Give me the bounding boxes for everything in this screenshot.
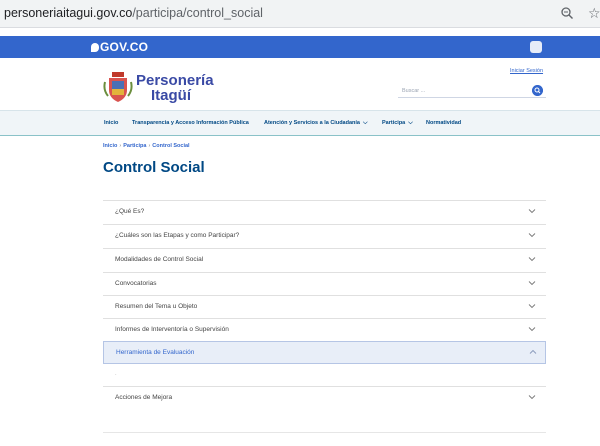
breadcrumb-link-participa[interactable]: Participa (123, 143, 146, 149)
chevron-down-icon (528, 257, 536, 262)
coat-of-arms-icon (103, 72, 133, 102)
govco-bar: GOV.CO (0, 36, 600, 58)
accordion-item-etapas[interactable]: ¿Cuáles son las Etapas y como Participar… (103, 224, 546, 247)
chevron-down-icon (528, 395, 536, 400)
accordion-item-label: Acciones de Mejora (115, 394, 173, 401)
chevron-up-icon (529, 349, 537, 354)
chevron-down-icon (528, 304, 536, 309)
login-link[interactable]: Iniciar Sesión (510, 68, 543, 74)
zoom-icon[interactable] (560, 6, 574, 20)
accordion-item-resumen[interactable]: Resumen del Tema u Objeto (103, 295, 546, 318)
accordion-item-que-es[interactable]: ¿Qué Es? (103, 200, 546, 223)
govco-logo[interactable]: GOV.CO (91, 40, 148, 54)
url-text[interactable]: personeriaitagui.gov.co/participa/contro… (4, 6, 263, 20)
nav-item-transparencia[interactable]: Transparencia y Acceso Información Públi… (132, 120, 249, 126)
accordion-item-label: Convocatorias (115, 280, 157, 287)
url-path: /participa/control_social (132, 6, 263, 20)
accordion-item-label: Herramienta de Evaluación (116, 349, 195, 356)
page-title: Control Social (103, 159, 205, 176)
search-box (398, 84, 546, 98)
search-input[interactable] (398, 84, 524, 97)
chevron-down-icon (528, 327, 536, 332)
govco-logo-text: GOV.CO (100, 40, 149, 54)
search-button[interactable] (532, 85, 543, 96)
accordion-panel-content: · (115, 372, 117, 378)
accordion-item-label: Resumen del Tema u Objeto (115, 303, 198, 310)
accordion-item-label: Modalidades de Control Social (115, 256, 204, 263)
chevron-down-icon (528, 209, 536, 214)
chevron-down-icon: ⌵ (362, 120, 368, 126)
breadcrumb-separator: › (119, 143, 122, 149)
breadcrumb-separator: › (148, 143, 151, 149)
nav-item-normatividad[interactable]: Normatividad (426, 120, 461, 126)
breadcrumb-current: Control Social (152, 143, 190, 149)
chevron-down-icon (528, 233, 536, 238)
url-domain: personeriaitagui.gov.co (4, 6, 133, 20)
accordion-item-informes[interactable]: Informes de Interventoría o Supervisión (103, 318, 546, 341)
accordion-panel-herramienta: · (103, 364, 546, 386)
accordion-item-label: ¿Cuáles son las Etapas y como Participar… (115, 232, 240, 239)
accordion-item-convocatorias[interactable]: Convocatorias (103, 272, 546, 295)
personeria-logo[interactable]: Personería Itagüí (103, 70, 253, 110)
accordion-item-modalidades[interactable]: Modalidades de Control Social (103, 248, 546, 271)
divider (103, 432, 546, 433)
accordion-item-label: ¿Qué Es? (115, 208, 145, 215)
main-navigation: Inicio Transparencia y Acceso Informació… (0, 110, 600, 136)
govco-mark-icon (91, 43, 99, 52)
accordion-item-label: Informes de Interventoría o Supervisión (115, 326, 229, 333)
nav-item-atencion[interactable]: Atención y Servicios a la Ciudadanía ⌵ (264, 120, 368, 127)
nav-item-inicio[interactable]: Inicio (104, 120, 118, 126)
chevron-down-icon (528, 281, 536, 286)
nav-item-participa[interactable]: Participa ⌵ (382, 120, 413, 127)
browser-address-bar[interactable]: personeriaitagui.gov.co/participa/contro… (0, 0, 600, 28)
accordion-item-herramienta[interactable]: Herramienta de Evaluación (103, 341, 546, 364)
bookmark-star-icon[interactable]: ☆ (588, 5, 600, 22)
accordion-item-acciones[interactable]: Acciones de Mejora (103, 386, 546, 409)
breadcrumb-link-inicio[interactable]: Inicio (103, 143, 117, 149)
logo-title-line2: Itagüí (151, 87, 191, 104)
breadcrumb: Inicio › Participa › Control Social (103, 143, 190, 149)
chevron-down-icon: ⌵ (408, 120, 413, 126)
language-icon[interactable] (530, 41, 542, 53)
